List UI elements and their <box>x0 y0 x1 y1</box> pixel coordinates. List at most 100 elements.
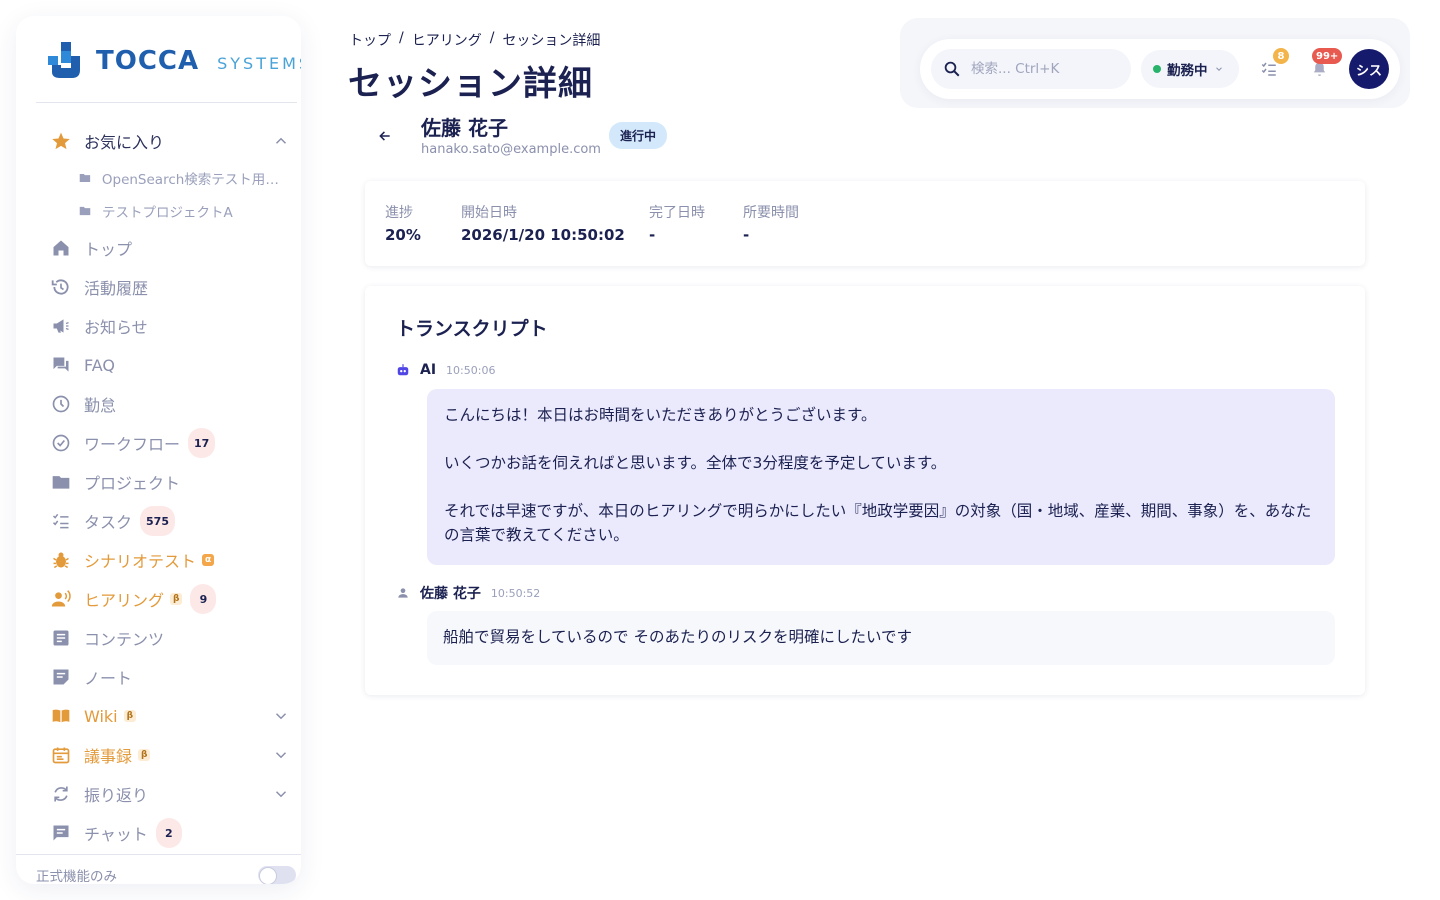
search-box[interactable] <box>931 49 1131 89</box>
home-icon <box>50 237 72 259</box>
chevron-down-icon[interactable] <box>272 707 290 725</box>
sidebar-footer: 正式機能のみ <box>36 864 296 884</box>
sidebar-item-label: ヒアリング <box>84 591 165 610</box>
sidebar-item-wiki[interactable]: Wiki β <box>50 699 290 733</box>
breadcrumb-item-top[interactable]: トップ <box>349 30 391 50</box>
avatar[interactable]: シス <box>1349 49 1389 89</box>
breadcrumb-item-hearing[interactable]: ヒアリング <box>412 30 482 50</box>
session-stats-card: 進捗 20% 開始日時 2026/1/20 10:50:02 完了日時 - 所要… <box>365 181 1365 266</box>
history-icon <box>50 276 72 298</box>
favorite-item[interactable]: テストプロジェクトA <box>78 199 290 223</box>
checklist-icon <box>50 510 72 532</box>
transcript-card: トランスクリプト AI 10:50:06 こんにちは！本日はお時間をいただきあり… <box>365 286 1365 695</box>
folder-icon <box>79 206 91 216</box>
message-header-user: 佐藤 花子 10:50:52 <box>396 583 540 603</box>
sidebar-item-label: ノート <box>84 669 133 688</box>
sidebar-item-contents[interactable]: コンテンツ <box>50 621 290 655</box>
sidebar-item-top[interactable]: トップ <box>50 231 290 265</box>
page-title: セッション詳細 <box>348 64 593 104</box>
message-time: 10:50:06 <box>446 363 496 377</box>
stat-label: 完了日時 <box>649 205 705 221</box>
sidebar-item-label: シナリオテスト <box>84 552 197 571</box>
forum-icon <box>50 354 72 376</box>
favorite-item-label: OpenSearch検索テスト用プ... <box>101 172 290 188</box>
sidebar-item-label: 議事録 <box>84 747 133 766</box>
status-dot <box>1153 65 1161 73</box>
message-paragraph: それでは早速ですが、本日のヒアリングで明らかにしたい『地政学要因』の対象（国・地… <box>444 502 1312 544</box>
sidebar-item-history[interactable]: 活動履歴 <box>50 270 290 304</box>
official-only-toggle[interactable] <box>258 866 296 884</box>
robot-icon <box>397 364 409 376</box>
refresh-icon <box>50 783 72 805</box>
sidebar-item-project[interactable]: プロジェクト <box>50 465 290 499</box>
sidebar-item-faq[interactable]: FAQ <box>50 348 290 382</box>
workflow-count-badge: 17 <box>188 428 216 458</box>
sidebar-item-attendance[interactable]: 勤怠 <box>50 387 290 421</box>
arrow-back-icon <box>379 131 390 141</box>
message-time: 10:50:52 <box>490 586 541 600</box>
star-icon <box>50 130 72 152</box>
beta-tag: β <box>138 749 151 761</box>
breadcrumb-item-current: セッション詳細 <box>502 33 601 49</box>
checklist-icon <box>1261 62 1276 76</box>
chat-count-badge: 2 <box>155 818 182 848</box>
favorite-item[interactable]: OpenSearch検索テスト用プ... <box>78 166 290 190</box>
folder-icon <box>79 173 91 183</box>
stat-value: - <box>743 226 750 244</box>
sidebar-divider <box>36 102 297 103</box>
bug-icon <box>50 549 72 571</box>
beta-tag: β <box>170 593 183 605</box>
chevron-down-icon[interactable] <box>272 785 290 803</box>
sidebar-item-label: お知らせ <box>84 318 148 337</box>
stat-start-time: 開始日時 2026/1/20 10:50:02 <box>461 202 625 244</box>
work-status-dropdown[interactable]: 勤務中 <box>1141 50 1239 88</box>
folder-icon <box>50 471 72 493</box>
sidebar-item-label: タスク <box>84 513 133 532</box>
official-only-label: 正式機能のみ <box>36 869 117 884</box>
voice-icon <box>50 588 72 610</box>
stat-value: - <box>649 226 656 244</box>
notifications-badge: 99+ <box>1312 48 1343 64</box>
megaphone-icon <box>50 315 72 337</box>
logo[interactable]: TOCCA SYSTEMS <box>48 42 301 80</box>
sidebar-item-note[interactable]: ノート <box>50 660 290 694</box>
breadcrumb: トップ / ヒアリング / セッション詳細 <box>349 30 600 50</box>
message-header-ai: AI 10:50:06 <box>396 362 495 378</box>
sidebar-item-label: コンテンツ <box>84 630 165 649</box>
message-sender: 佐藤 花子 <box>420 586 481 602</box>
stat-end-time: 完了日時 - <box>649 202 705 244</box>
sidebar-item-favorites[interactable]: お気に入り <box>50 124 290 158</box>
message-paragraph: こんにちは！本日はお時間をいただきありがとうございます。 <box>444 406 877 424</box>
book-icon <box>50 705 72 727</box>
sidebar-item-tasks[interactable]: タスク 575 <box>50 504 290 538</box>
transcript-title: トランスクリプト <box>396 318 548 340</box>
sidebar-item-news[interactable]: お知らせ <box>50 309 290 343</box>
sidebar-item-label: トップ <box>84 240 133 259</box>
logo-mark-icon <box>48 42 80 78</box>
sidebar-item-minutes[interactable]: 議事録 β <box>50 738 290 772</box>
sidebar-item-workflow[interactable]: ワークフロー 17 <box>50 426 290 460</box>
search-input[interactable] <box>971 61 1111 77</box>
sidebar-item-label: Wiki <box>84 706 118 726</box>
message-paragraph: 船舶で貿易をしているので そのあたりのリスクを明確にしたいです <box>443 628 912 646</box>
sidebar-item-hearing[interactable]: ヒアリング β 9 <box>50 582 290 616</box>
search-icon <box>944 61 960 77</box>
sidebar-item-label: 活動履歴 <box>84 279 149 298</box>
stat-progress: 進捗 20% <box>385 202 421 244</box>
chat-icon <box>50 822 72 844</box>
breadcrumb-separator: / <box>399 30 404 46</box>
sidebar-item-chat[interactable]: チャット 2 <box>50 816 290 850</box>
chevron-up-icon[interactable] <box>272 132 290 150</box>
sidebar-item-retrospective[interactable]: 振り返り <box>50 777 290 811</box>
chevron-down-icon <box>1215 67 1222 71</box>
back-button[interactable] <box>372 123 398 149</box>
article-icon <box>50 627 72 649</box>
breadcrumb-separator: / <box>489 30 495 46</box>
clock-icon <box>50 393 72 415</box>
sidebar-item-scenario-test[interactable]: シナリオテスト α <box>50 543 290 577</box>
favorite-item-label: テストプロジェクトA <box>102 205 233 221</box>
chevron-down-icon[interactable] <box>272 746 290 764</box>
work-status-label: 勤務中 <box>1167 63 1208 79</box>
sidebar-item-label: 振り返り <box>84 786 149 805</box>
stat-value: 20% <box>385 226 421 244</box>
